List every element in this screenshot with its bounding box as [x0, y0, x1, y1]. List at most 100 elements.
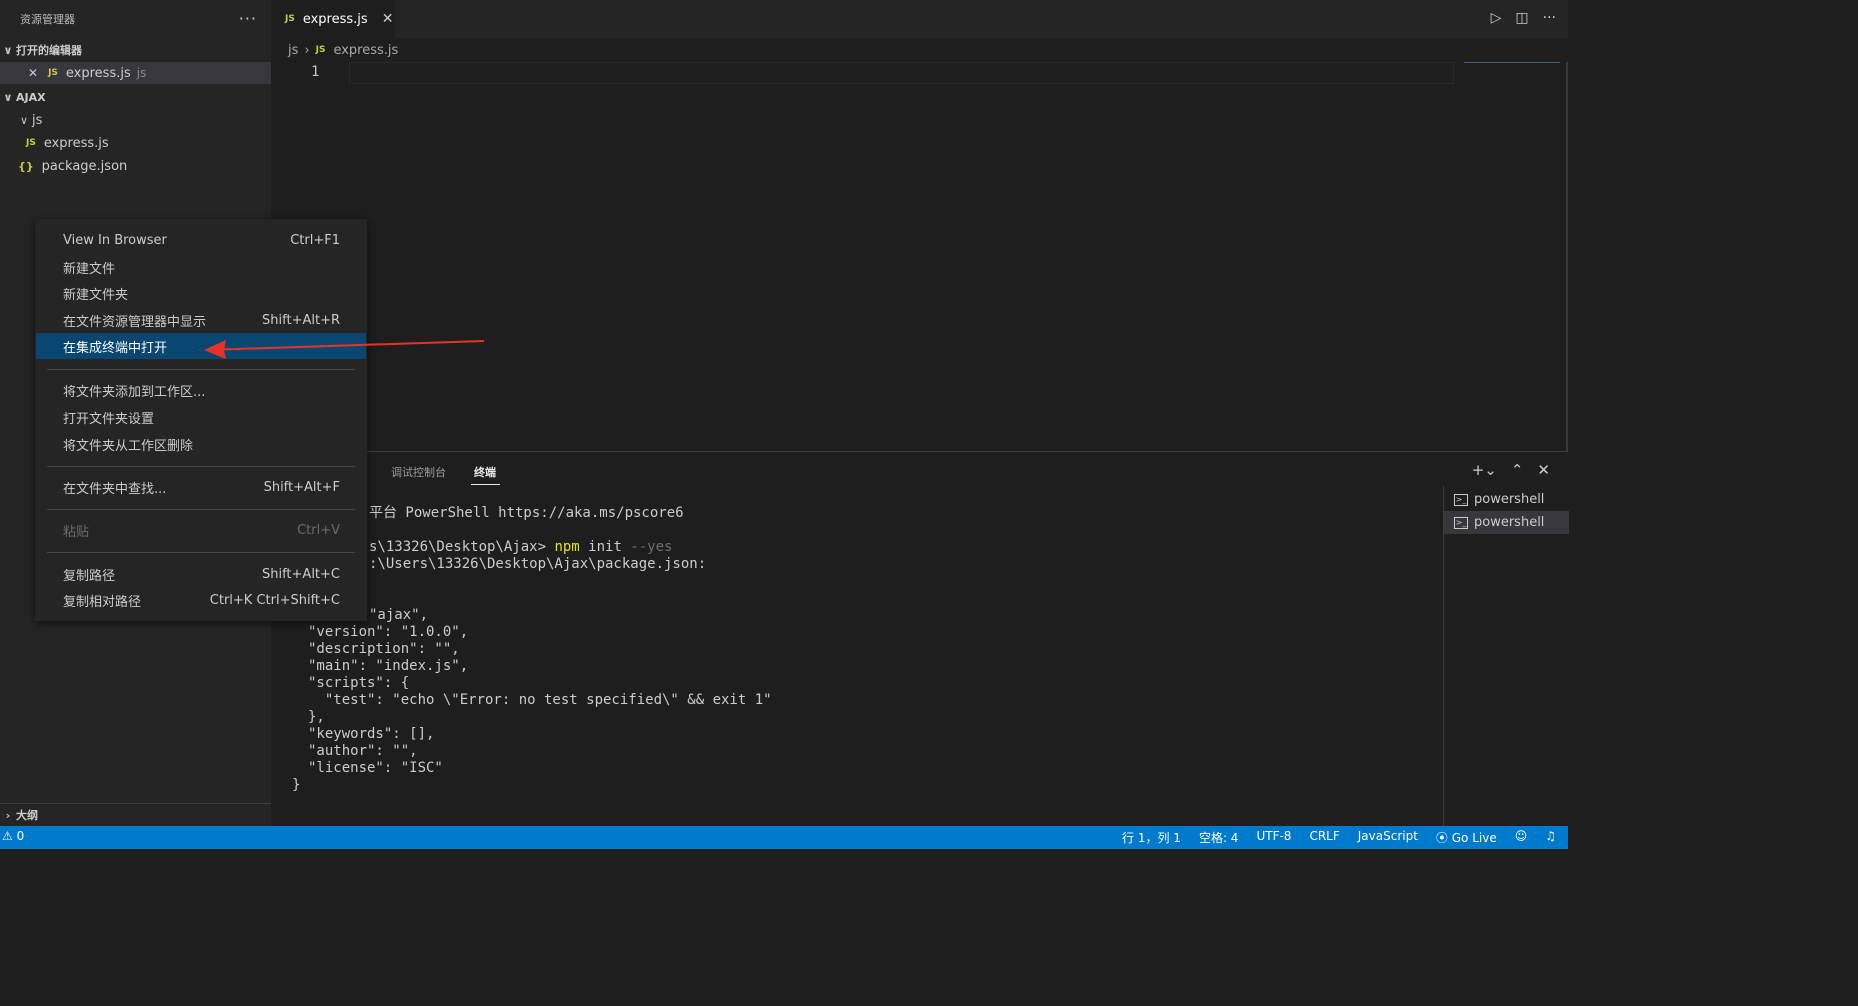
menu-item-label: 将文件夹添加到工作区...	[63, 384, 206, 400]
tab-label: express.js	[302, 11, 368, 27]
new-terminal-icon[interactable]: +⌄	[1472, 461, 1497, 479]
terminal-line: "test": "echo \"Error: no test specified…	[308, 692, 772, 708]
menu-item-shortcut: Shift+Alt+C	[261, 566, 340, 582]
js-file-icon: JS	[315, 45, 326, 55]
menu-item-add-folder-to-workspace[interactable]: 将文件夹添加到工作区...	[36, 377, 366, 403]
go-live-button[interactable]: ⦿ Go Live	[1436, 829, 1497, 846]
terminal-item[interactable]: >_ powershell	[1444, 488, 1569, 511]
terminal-line: }	[292, 777, 301, 793]
editor-tab-bar: JS express.js ✕ ▷ ◫ ···	[271, 0, 1568, 38]
menu-item-new-folder[interactable]: 新建文件夹	[36, 280, 366, 306]
terminal-icon: >_	[1454, 516, 1468, 529]
editor-scrollbar[interactable]	[1566, 62, 1568, 451]
line-number: 1	[311, 64, 320, 80]
panel-actions: +⌄ ⌃ ✕	[1472, 461, 1550, 479]
menu-item-new-file[interactable]: 新建文件	[36, 254, 366, 280]
close-panel-icon[interactable]: ✕	[1537, 461, 1550, 479]
terminal-output[interactable]: 平台 PowerShell https://aka.ms/pscore6 s\1…	[271, 501, 1443, 821]
terminal-icon: >_	[1454, 493, 1468, 506]
menu-item-label: 新建文件	[63, 261, 116, 277]
close-icon[interactable]: ✕	[28, 66, 38, 80]
menu-item-label: 在集成终端中打开	[63, 340, 168, 356]
outline-header[interactable]: › 大纲	[0, 803, 271, 826]
close-icon[interactable]: ✕	[382, 11, 394, 27]
problems-indicator[interactable]: ⚠ 0	[2, 829, 24, 843]
menu-item-copy-relative-path[interactable]: 复制相对路径 Ctrl+K Ctrl+Shift+C	[36, 587, 366, 613]
go-live-label: Go Live	[1451, 831, 1497, 845]
menu-item-reveal-in-explorer[interactable]: 在文件资源管理器中显示 Shift+Alt+R	[36, 307, 366, 333]
menu-item-shortcut: Shift+Alt+R	[262, 312, 340, 328]
terminal-item[interactable]: >_ powershell	[1444, 511, 1569, 534]
bottom-panel: 调试控制台 终端 +⌄ ⌃ ✕ 平台 PowerShell https://ak…	[271, 451, 1569, 827]
chevron-down-icon: ∨	[3, 90, 13, 104]
tab-express-js[interactable]: JS express.js ✕	[271, 0, 395, 38]
terminal-line: },	[308, 709, 325, 725]
terminal-line: "keywords": [],	[308, 726, 435, 742]
workspace-label: AJAX	[16, 90, 46, 104]
tree-item-label: package.json	[41, 158, 128, 174]
tab-terminal[interactable]: 终端	[474, 464, 496, 480]
editor-actions: ▷ ◫ ···	[1491, 10, 1556, 26]
open-editor-folder: js	[136, 66, 147, 80]
json-file-icon: {}	[18, 159, 34, 173]
breadcrumb: js › JS express.js	[271, 38, 1568, 62]
feedback-icon[interactable]: ☺	[1515, 829, 1528, 846]
menu-item-view-in-browser[interactable]: View In Browser Ctrl+F1	[36, 227, 366, 253]
minimap	[1464, 62, 1560, 63]
chevron-down-icon: ∨	[19, 113, 29, 127]
terminal-list: >_ powershell >_ powershell	[1443, 486, 1569, 827]
cursor-position[interactable]: 行 1，列 1	[1122, 829, 1181, 846]
tab-debug-console[interactable]: 调试控制台	[391, 464, 446, 480]
menu-item-label: 复制路径	[63, 568, 116, 584]
context-menu: View In Browser Ctrl+F1 新建文件 新建文件夹 在文件资源管…	[35, 219, 367, 621]
menu-item-shortcut: Ctrl+F1	[290, 232, 340, 248]
terminal-flag: --yes	[630, 539, 673, 555]
tree-item-js-folder[interactable]: ∨ js	[0, 109, 271, 131]
open-editor-filename: express.js	[65, 65, 131, 81]
terminal-line: "main": "index.js",	[308, 658, 469, 674]
menu-separator	[47, 369, 355, 370]
run-icon[interactable]: ▷	[1491, 10, 1502, 26]
code-editor[interactable]: 1	[271, 62, 1568, 451]
terminal-line: :\Users\13326\Desktop\Ajax\package.json:	[369, 556, 707, 572]
terminal-prompt: s\13326\Desktop\Ajax>	[369, 539, 555, 555]
menu-item-remove-folder-from-workspace[interactable]: 将文件夹从工作区删除	[36, 431, 366, 457]
menu-item-find-in-folder[interactable]: 在文件夹中查找... Shift+Alt+F	[36, 474, 366, 500]
js-file-icon: JS	[48, 68, 58, 78]
status-bar: ⚠ 0 行 1，列 1 空格: 4 UTF-8 CRLF JavaScript …	[0, 826, 1568, 849]
open-editor-item[interactable]: ✕ JS express.js js	[0, 62, 271, 84]
status-items: 行 1，列 1 空格: 4 UTF-8 CRLF JavaScript ⦿ Go…	[1122, 829, 1556, 846]
maximize-panel-icon[interactable]: ⌃	[1511, 461, 1524, 479]
breadcrumb-file[interactable]: express.js	[333, 43, 398, 58]
explorer-title: 资源管理器	[0, 0, 271, 38]
open-editors-header[interactable]: ∨ 打开的编辑器	[0, 39, 271, 61]
breadcrumb-folder[interactable]: js	[288, 43, 298, 58]
js-file-icon: JS	[285, 14, 295, 24]
language-mode[interactable]: JavaScript	[1358, 829, 1418, 846]
menu-item-copy-path[interactable]: 复制路径 Shift+Alt+C	[36, 561, 366, 587]
encoding[interactable]: UTF-8	[1256, 829, 1291, 846]
tree-item-express-js[interactable]: JS express.js	[0, 132, 271, 154]
active-tab-indicator	[471, 484, 500, 485]
more-actions-icon[interactable]: ···	[1543, 10, 1556, 26]
tree-item-label: js	[32, 112, 43, 128]
terminal-line: 平台 PowerShell https://aka.ms/pscore6	[369, 505, 684, 521]
menu-item-open-folder-settings[interactable]: 打开文件夹设置	[36, 404, 366, 430]
indentation[interactable]: 空格: 4	[1199, 829, 1239, 846]
warning-icon: ⚠	[2, 829, 13, 843]
open-editors-label: 打开的编辑器	[16, 44, 82, 57]
more-actions-icon[interactable]: ···	[239, 9, 257, 28]
menu-item-shortcut: Ctrl+V	[297, 522, 340, 538]
workspace-header[interactable]: ∨ AJAX	[0, 86, 271, 108]
terminal-line: s\13326\Desktop\Ajax> npm init --yes	[369, 539, 672, 556]
explorer-title-text: 资源管理器	[20, 13, 75, 26]
bell-icon[interactable]: ♫	[1545, 829, 1556, 846]
tree-item-package-json[interactable]: {} package.json	[0, 155, 271, 177]
tree-item-label: express.js	[43, 135, 109, 151]
terminal-arg: init	[579, 539, 631, 555]
line-ending[interactable]: CRLF	[1309, 829, 1339, 846]
split-editor-icon[interactable]: ◫	[1515, 10, 1528, 26]
menu-item-open-in-terminal[interactable]: 在集成终端中打开	[36, 333, 366, 359]
menu-item-label: View In Browser	[63, 232, 167, 248]
current-line-highlight	[349, 62, 1454, 84]
